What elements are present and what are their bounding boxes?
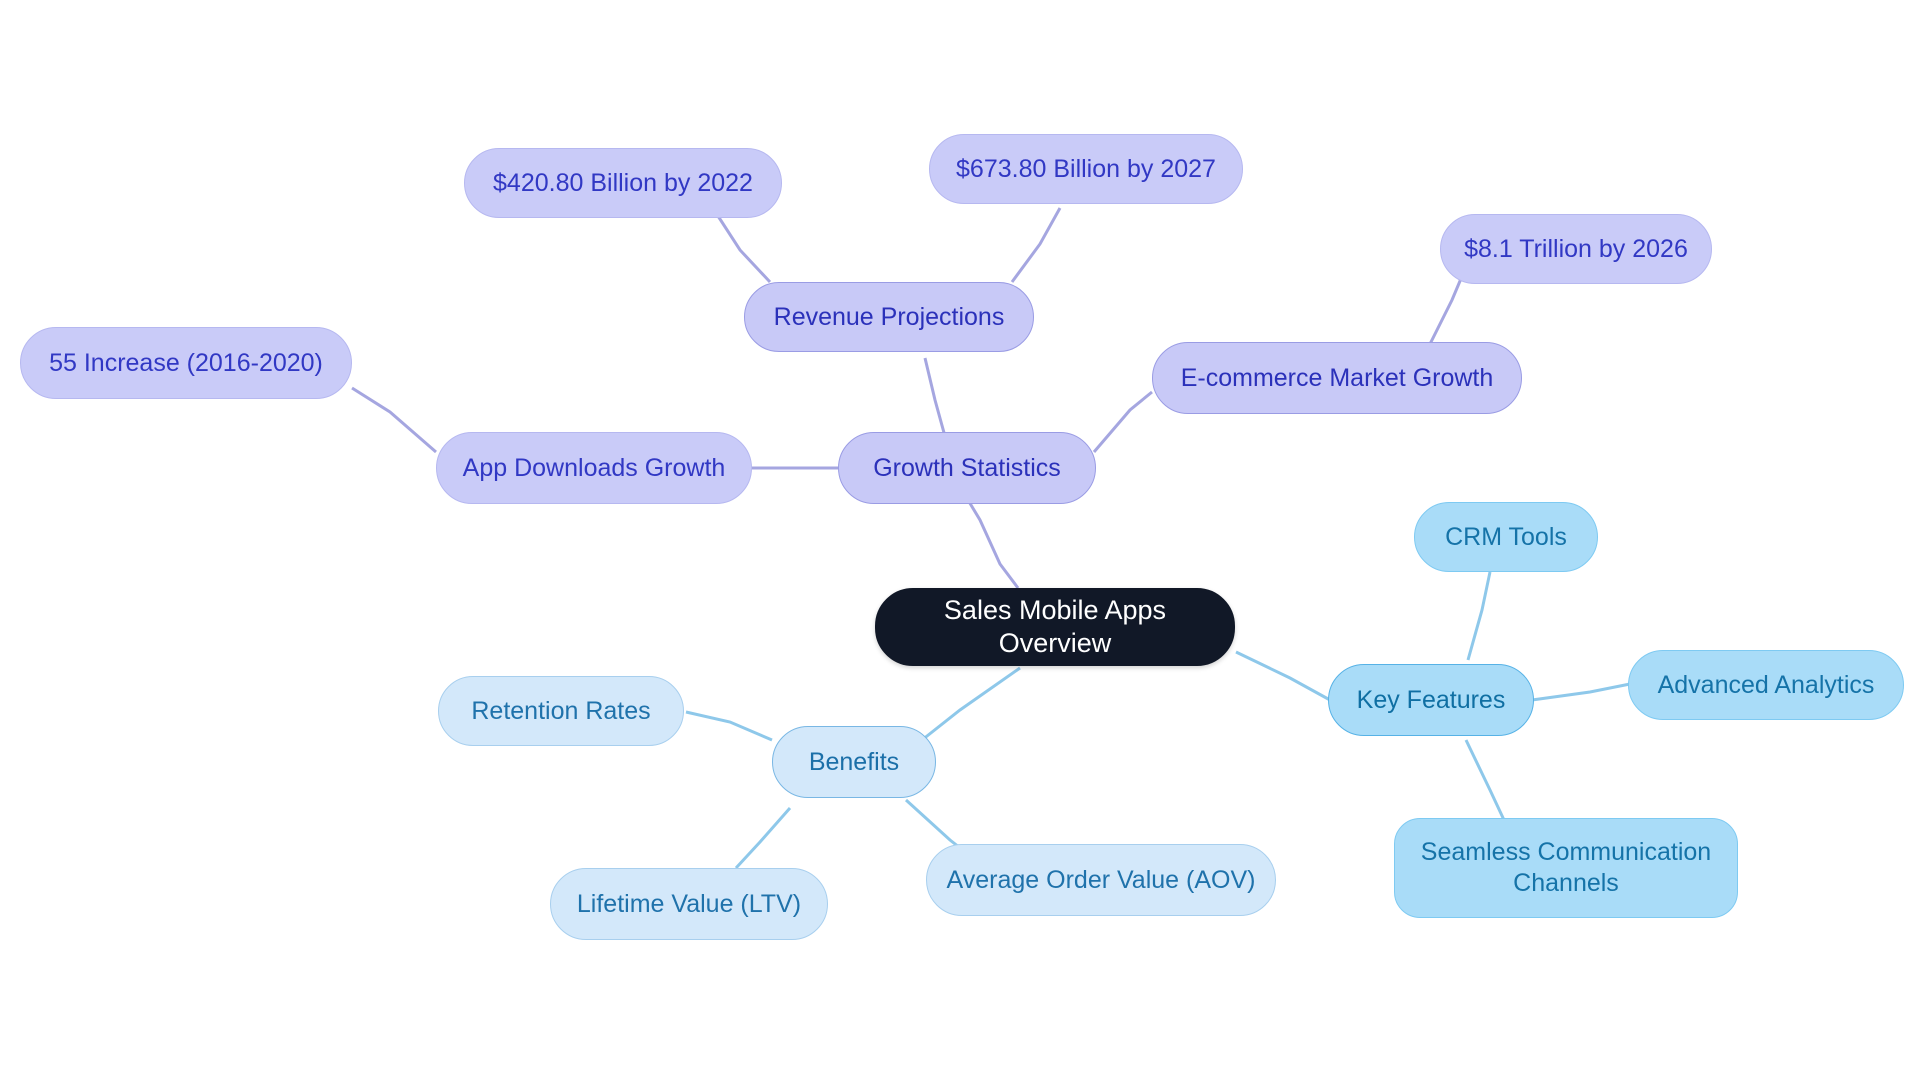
edge-growth-ecommerce [1092,390,1153,453]
node-crm-tools[interactable]: CRM Tools [1414,502,1598,572]
node-revenue-2022-label: $420.80 Billion by 2022 [493,168,753,197]
node-retention-rates[interactable]: Retention Rates [438,676,684,746]
node-advanced-analytics[interactable]: Advanced Analytics [1628,650,1904,720]
node-seamless-communication-label: Seamless Communication Channels [1420,838,1712,897]
node-app-downloads-growth-label: App Downloads Growth [462,453,726,482]
node-benefits[interactable]: Benefits [772,726,936,798]
node-seamless-communication[interactable]: Seamless Communication Channels [1394,818,1738,918]
node-root[interactable]: Sales Mobile Apps Overview [875,588,1235,666]
node-retention-rates-label: Retention Rates [471,696,651,725]
edge-key-features-crm [1466,571,1492,661]
node-increase-2016-2020[interactable]: 55 Increase (2016-2020) [20,327,352,399]
node-growth-statistics[interactable]: Growth Statistics [838,432,1096,504]
edge-benefits-lifetime [734,807,792,870]
node-lifetime-value-label: Lifetime Value (LTV) [576,889,802,918]
node-ecommerce-market-growth[interactable]: E-commerce Market Growth [1152,342,1522,414]
node-key-features-label: Key Features [1356,685,1506,714]
edge-benefits-retention [685,710,773,742]
edge-key-features-seamless [1464,739,1506,821]
edge-revenue-2027 [1010,207,1062,283]
node-key-features[interactable]: Key Features [1328,664,1534,736]
node-advanced-analytics-label: Advanced Analytics [1657,670,1875,699]
node-ecom-2026-label: $8.1 Trillion by 2026 [1464,234,1688,263]
edge-app-downloads-increase [351,386,437,454]
node-benefits-label: Benefits [808,747,900,776]
node-ecommerce-market-growth-label: E-commerce Market Growth [1180,363,1494,392]
edge-growth-revenue-projections [923,357,948,441]
node-increase-2016-2020-label: 55 Increase (2016-2020) [49,348,323,377]
node-app-downloads-growth[interactable]: App Downloads Growth [436,432,752,504]
node-revenue-2027[interactable]: $673.80 Billion by 2027 [929,134,1243,204]
node-revenue-projections-label: Revenue Projections [773,302,1005,331]
node-ecom-2026[interactable]: $8.1 Trillion by 2026 [1440,214,1712,284]
node-crm-tools-label: CRM Tools [1445,522,1567,551]
node-lifetime-value[interactable]: Lifetime Value (LTV) [550,868,828,940]
edge-root-key-features [1235,650,1331,702]
node-average-order-value-label: Average Order Value (AOV) [946,865,1256,894]
edge-key-features-analytics [1531,682,1631,702]
node-root-label: Sales Mobile Apps Overview [943,594,1167,658]
node-revenue-projections[interactable]: Revenue Projections [744,282,1034,352]
node-revenue-2022[interactable]: $420.80 Billion by 2022 [464,148,782,218]
edge-revenue-2022 [716,215,772,284]
node-average-order-value[interactable]: Average Order Value (AOV) [926,844,1276,916]
edge-root-benefits [921,666,1021,742]
mindmap-canvas: Sales Mobile Apps Overview Growth Statis… [0,0,1920,1083]
node-growth-statistics-label: Growth Statistics [873,453,1061,482]
node-revenue-2027-label: $673.80 Billion by 2027 [956,154,1216,183]
edge-root-growth-statistics [966,499,1020,589]
